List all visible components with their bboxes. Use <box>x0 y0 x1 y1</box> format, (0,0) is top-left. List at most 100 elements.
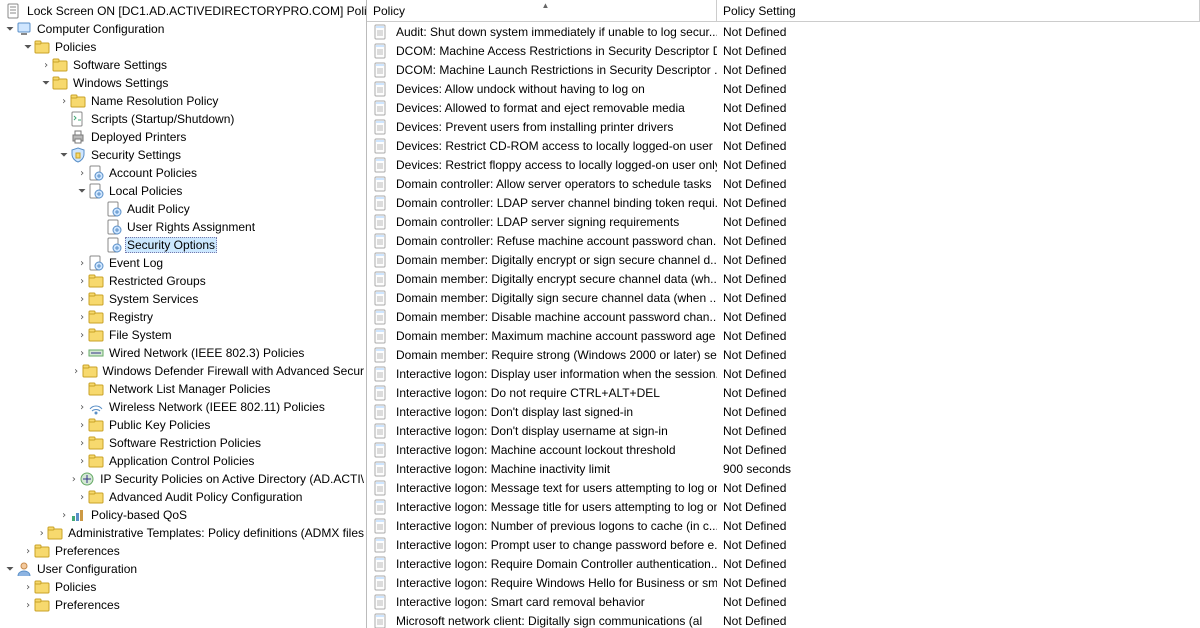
tree-policy-qos[interactable]: ›Policy-based QoS <box>0 506 366 524</box>
expand-toggle-icon[interactable]: ⏷ <box>58 150 70 161</box>
tree-account-policies[interactable]: ›Account Policies <box>0 164 366 182</box>
expand-toggle-icon[interactable]: › <box>76 438 88 449</box>
tree-local-policies[interactable]: ⏷Local Policies <box>0 182 366 200</box>
tree-policies[interactable]: ⏷Policies <box>0 38 366 56</box>
policy-name: Interactive logon: Require Domain Contro… <box>396 557 717 571</box>
expand-toggle-icon[interactable]: ⏷ <box>4 564 16 575</box>
expand-toggle-icon[interactable]: › <box>76 294 88 305</box>
expand-toggle-icon[interactable]: ⏷ <box>76 186 88 197</box>
tree-public-key[interactable]: ›Public Key Policies <box>0 416 366 434</box>
policy-row[interactable]: Interactive logon: Number of previous lo… <box>367 516 1200 535</box>
tree-advanced-audit[interactable]: › Advanced Audit Policy Configuration <box>0 488 366 506</box>
policy-row[interactable]: Domain member: Digitally encrypt secure … <box>367 269 1200 288</box>
expand-toggle-icon[interactable]: ⏷ <box>22 42 34 53</box>
policy-row[interactable]: Domain member: Digitally encrypt or sign… <box>367 250 1200 269</box>
expand-toggle-icon[interactable]: › <box>58 96 70 107</box>
expand-toggle-icon[interactable]: › <box>22 582 34 593</box>
expand-toggle-icon[interactable]: › <box>76 330 88 341</box>
policy-row[interactable]: Domain controller: LDAP server channel b… <box>367 193 1200 212</box>
policy-row[interactable]: Domain controller: Refuse machine accoun… <box>367 231 1200 250</box>
policy-row[interactable]: DCOM: Machine Access Restrictions in Sec… <box>367 41 1200 60</box>
policy-row[interactable]: Interactive logon: Require Windows Hello… <box>367 573 1200 592</box>
header-policy[interactable]: Policy ▲ <box>367 0 717 21</box>
tree-name-resolution-policy[interactable]: ›Name Resolution Policy <box>0 92 366 110</box>
policy-row[interactable]: Interactive logon: Don't display usernam… <box>367 421 1200 440</box>
tree-policies-u[interactable]: ›Policies <box>0 578 366 596</box>
tree-label: Advanced Audit Policy Configuration <box>107 490 304 504</box>
policy-row[interactable]: Domain controller: Allow server operator… <box>367 174 1200 193</box>
policy-row[interactable]: Interactive logon: Require Domain Contro… <box>367 554 1200 573</box>
expand-toggle-icon[interactable]: › <box>68 474 79 485</box>
tree-file-system[interactable]: ›File System <box>0 326 366 344</box>
expand-toggle-icon[interactable]: › <box>70 366 81 377</box>
expand-toggle-icon[interactable]: › <box>76 456 88 467</box>
tree-defender-firewall[interactable]: ›Windows Defender Firewall with Advanced… <box>0 362 366 380</box>
policy-row[interactable]: Interactive logon: Message text for user… <box>367 478 1200 497</box>
expand-toggle-icon[interactable]: › <box>76 402 88 413</box>
tree-system-services[interactable]: ›System Services <box>0 290 366 308</box>
header-setting[interactable]: Policy Setting <box>717 0 1200 21</box>
tree-user-configuration[interactable]: ⏷User Configuration <box>0 560 366 578</box>
tree-panel[interactable]: ›Lock Screen ON [DC1.AD.ACTIVEDIRECTORYP… <box>0 0 367 628</box>
tree-registry[interactable]: ›Registry <box>0 308 366 326</box>
tree-admin-templates[interactable]: ›Administrative Templates: Policy defini… <box>0 524 366 542</box>
tree-windows-settings[interactable]: ⏷Windows Settings <box>0 74 366 92</box>
tree-user-rights[interactable]: ›User Rights Assignment <box>0 218 366 236</box>
expand-toggle-icon[interactable]: ⏷ <box>4 24 16 35</box>
tree-event-log[interactable]: ›Event Log <box>0 254 366 272</box>
policy-row[interactable]: Interactive logon: Don't display last si… <box>367 402 1200 421</box>
tree-wireless-network[interactable]: ›Wireless Network (IEEE 802.11) Policies <box>0 398 366 416</box>
expand-toggle-icon[interactable]: › <box>22 600 34 611</box>
expand-toggle-icon[interactable]: › <box>76 348 88 359</box>
policy-row[interactable]: Interactive logon: Message title for use… <box>367 497 1200 516</box>
policy-row[interactable]: Domain member: Maximum machine account p… <box>367 326 1200 345</box>
tree-audit-policy[interactable]: ›Audit Policy <box>0 200 366 218</box>
expand-toggle-icon[interactable]: › <box>58 510 70 521</box>
tree-wired-network[interactable]: ›Wired Network (IEEE 802.3) Policies <box>0 344 366 362</box>
list-body[interactable]: Audit: Shut down system immediately if u… <box>367 22 1200 628</box>
tree-ip-security[interactable]: ›IP Security Policies on Active Director… <box>0 470 366 488</box>
tree-preferences-c[interactable]: ›Preferences <box>0 542 366 560</box>
policy-row[interactable]: Interactive logon: Do not require CTRL+A… <box>367 383 1200 402</box>
policy-row[interactable]: Devices: Allowed to format and eject rem… <box>367 98 1200 117</box>
policy-row[interactable]: DCOM: Machine Launch Restrictions in Sec… <box>367 60 1200 79</box>
policy-row[interactable]: Domain member: Require strong (Windows 2… <box>367 345 1200 364</box>
expand-toggle-icon[interactable]: › <box>76 276 88 287</box>
expand-toggle-icon[interactable]: › <box>76 492 88 503</box>
policy-row[interactable]: Domain controller: LDAP server signing r… <box>367 212 1200 231</box>
expand-toggle-icon[interactable]: ⏷ <box>40 78 52 89</box>
policy-row[interactable]: Microsoft network client: Digitally sign… <box>367 611 1200 628</box>
policy-row[interactable]: Devices: Restrict CD-ROM access to local… <box>367 136 1200 155</box>
tree-security-settings[interactable]: ⏷Security Settings <box>0 146 366 164</box>
policy-row[interactable]: Interactive logon: Prompt user to change… <box>367 535 1200 554</box>
expand-toggle-icon[interactable]: › <box>76 312 88 323</box>
policy-row[interactable]: Interactive logon: Smart card removal be… <box>367 592 1200 611</box>
expand-toggle-icon[interactable]: › <box>76 168 88 179</box>
tree-application-control[interactable]: ›Application Control Policies <box>0 452 366 470</box>
policy-row[interactable]: Interactive logon: Display user informat… <box>367 364 1200 383</box>
tree-deployed-printers[interactable]: ›Deployed Printers <box>0 128 366 146</box>
tree-scripts[interactable]: ›Scripts (Startup/Shutdown) <box>0 110 366 128</box>
policy-item-icon <box>373 347 389 363</box>
tree-restricted-groups[interactable]: ›Restricted Groups <box>0 272 366 290</box>
tree-network-list[interactable]: ›Network List Manager Policies <box>0 380 366 398</box>
policy-row[interactable]: Interactive logon: Machine account locko… <box>367 440 1200 459</box>
policy-row[interactable]: Devices: Prevent users from installing p… <box>367 117 1200 136</box>
expand-toggle-icon[interactable]: › <box>40 60 52 71</box>
policy-row[interactable]: Domain member: Digitally sign secure cha… <box>367 288 1200 307</box>
policy-row[interactable]: Devices: Allow undock without having to … <box>367 79 1200 98</box>
expand-toggle-icon[interactable]: › <box>36 528 47 539</box>
expand-toggle-icon[interactable]: › <box>76 420 88 431</box>
tree-software-settings[interactable]: ›Software Settings <box>0 56 366 74</box>
tree-security-options[interactable]: ›Security Options <box>0 236 366 254</box>
policy-row[interactable]: Domain member: Disable machine account p… <box>367 307 1200 326</box>
expand-toggle-icon[interactable]: › <box>76 258 88 269</box>
tree-software-restriction[interactable]: ›Software Restriction Policies <box>0 434 366 452</box>
policy-row[interactable]: Interactive logon: Machine inactivity li… <box>367 459 1200 478</box>
tree-preferences-u[interactable]: ›Preferences <box>0 596 366 614</box>
tree-computer-configuration[interactable]: ⏷Computer Configuration <box>0 20 366 38</box>
tree-root[interactable]: ›Lock Screen ON [DC1.AD.ACTIVEDIRECTORYP… <box>0 2 366 20</box>
expand-toggle-icon[interactable]: › <box>22 546 34 557</box>
policy-row[interactable]: Audit: Shut down system immediately if u… <box>367 22 1200 41</box>
policy-row[interactable]: Devices: Restrict floppy access to local… <box>367 155 1200 174</box>
